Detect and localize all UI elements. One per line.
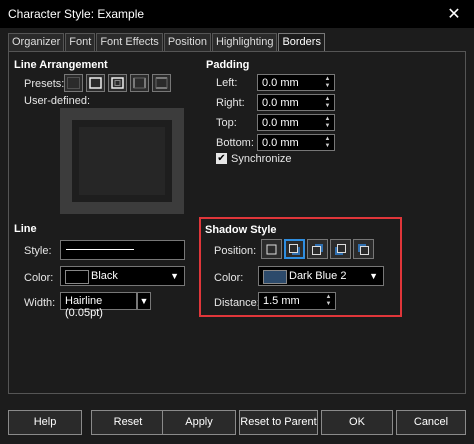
shadow-distance-field[interactable]: 1.5 mm ▲ ▼	[258, 292, 336, 310]
spin-down-icon: ▼	[324, 82, 331, 89]
close-icon: ✕	[447, 6, 461, 23]
spin-down-icon: ▼	[325, 300, 332, 307]
line-arrangement-heading: Line Arrangement	[14, 59, 108, 71]
shadow-color-dropdown[interactable]: Dark Blue 2 ▼	[258, 266, 384, 286]
shadow-bottom-right-icon	[289, 243, 300, 255]
synchronize-label: Synchronize	[231, 153, 292, 165]
shadow-distance-label: Distance:	[214, 297, 260, 309]
line-style-label: Style:	[24, 245, 52, 257]
line-width-value: Hairline (0.05pt)	[65, 295, 103, 319]
tab-organizer[interactable]: Organizer	[8, 33, 65, 51]
line-color-dropdown[interactable]: Black ▼	[60, 266, 185, 286]
shadow-bottom-right-button[interactable]	[284, 239, 305, 259]
line-heading: Line	[14, 223, 37, 235]
spin-down-icon: ▼	[324, 122, 331, 129]
padding-top-field[interactable]: 0.0 mm ▲ ▼	[257, 114, 335, 131]
border-box-inner-icon	[111, 77, 124, 89]
padding-right-field[interactable]: 0.0 mm ▲ ▼	[257, 94, 335, 111]
border-top-bottom-icon	[155, 77, 168, 89]
line-color-label: Color:	[24, 272, 54, 284]
padding-left-spinner[interactable]: ▲ ▼	[322, 76, 333, 89]
tab-bar: Organizer Font Font Effects Position Hig…	[8, 33, 326, 51]
line-color-value: Black	[91, 270, 118, 282]
synchronize-checkbox[interactable]: ✔	[216, 153, 227, 164]
shadow-none-button[interactable]	[261, 239, 282, 259]
color-swatch-dark-blue	[263, 270, 287, 284]
shadow-bottom-left-icon	[335, 243, 346, 255]
border-none-icon	[67, 77, 80, 89]
line-width-field[interactable]: Hairline (0.05pt)	[60, 292, 137, 319]
line-width-dropdown-button[interactable]: ▼	[137, 292, 151, 310]
preset-box[interactable]	[86, 74, 105, 92]
padding-bottom-value: 0.0 mm	[262, 137, 299, 149]
padding-top-label: Top:	[216, 117, 237, 129]
shadow-top-right-icon	[312, 243, 323, 255]
padding-left-label: Left:	[216, 77, 238, 89]
chevron-down-icon: ▼	[369, 271, 378, 281]
shadow-top-left-icon	[358, 243, 369, 255]
line-style-dropdown[interactable]	[60, 240, 185, 260]
tab-font[interactable]: Font	[65, 33, 96, 51]
padding-heading: Padding	[206, 59, 250, 71]
tab-borders[interactable]: Borders	[278, 33, 325, 51]
user-defined-label: User-defined:	[24, 95, 91, 107]
padding-right-value: 0.0 mm	[262, 97, 299, 109]
padding-left-value: 0.0 mm	[262, 77, 299, 89]
padding-left-field[interactable]: 0.0 mm ▲ ▼	[257, 74, 335, 91]
apply-button[interactable]: Apply	[162, 410, 236, 435]
shadow-position-group	[261, 239, 374, 259]
preset-none[interactable]	[64, 74, 83, 92]
tab-highlighting[interactable]: Highlighting	[211, 33, 278, 51]
shadow-distance-value: 1.5 mm	[263, 295, 300, 307]
shadow-none-icon	[266, 244, 277, 254]
reset-button[interactable]: Reset	[91, 410, 165, 435]
padding-right-label: Right:	[216, 97, 245, 109]
cancel-button[interactable]: Cancel	[396, 410, 466, 435]
chevron-down-icon: ▼	[170, 271, 179, 281]
dialog-button-bar: Help Reset Apply Reset to Parent OK Canc…	[0, 410, 474, 436]
padding-bottom-field[interactable]: 0.0 mm ▲ ▼	[257, 134, 335, 151]
padding-top-value: 0.0 mm	[262, 117, 299, 129]
color-swatch-black	[65, 270, 89, 284]
border-inner-area	[79, 127, 165, 195]
padding-top-spinner[interactable]: ▲ ▼	[322, 116, 333, 129]
preset-box-lr[interactable]	[130, 74, 149, 92]
shadow-style-heading: Shadow Style	[205, 224, 277, 236]
checkmark-icon: ✔	[217, 153, 226, 164]
presets-group	[64, 74, 171, 92]
user-defined-preview[interactable]	[60, 108, 184, 214]
shadow-bottom-left-button[interactable]	[330, 239, 351, 259]
shadow-distance-spinner[interactable]: ▲ ▼	[323, 294, 334, 307]
window-title: Character Style: Example	[8, 7, 145, 21]
shadow-color-value: Dark Blue 2	[289, 270, 347, 282]
preset-box-inner[interactable]	[108, 74, 127, 92]
padding-right-spinner[interactable]: ▲ ▼	[322, 96, 333, 109]
ok-button[interactable]: OK	[321, 410, 393, 435]
tab-position[interactable]: Position	[163, 33, 211, 51]
reset-to-parent-button[interactable]: Reset to Parent	[239, 410, 318, 435]
help-button[interactable]: Help	[8, 410, 82, 435]
shadow-top-left-button[interactable]	[353, 239, 374, 259]
preset-box-tb[interactable]	[152, 74, 171, 92]
line-style-preview	[66, 249, 134, 250]
padding-bottom-spinner[interactable]: ▲ ▼	[322, 136, 333, 149]
shadow-top-right-button[interactable]	[307, 239, 328, 259]
chevron-down-icon: ▼	[139, 296, 149, 306]
spin-down-icon: ▼	[324, 142, 331, 149]
tab-font-effects[interactable]: Font Effects	[96, 33, 163, 51]
border-left-right-icon	[133, 77, 146, 89]
shadow-color-label: Color:	[214, 272, 244, 284]
close-button[interactable]: ✕	[434, 0, 474, 28]
presets-label: Presets:	[24, 78, 65, 90]
spin-down-icon: ▼	[324, 102, 331, 109]
border-box-icon	[89, 77, 102, 89]
shadow-position-label: Position:	[214, 245, 257, 257]
title-bar: Character Style: Example ✕	[0, 0, 474, 28]
line-width-label: Width:	[24, 297, 56, 309]
padding-bottom-label: Bottom:	[216, 137, 254, 149]
